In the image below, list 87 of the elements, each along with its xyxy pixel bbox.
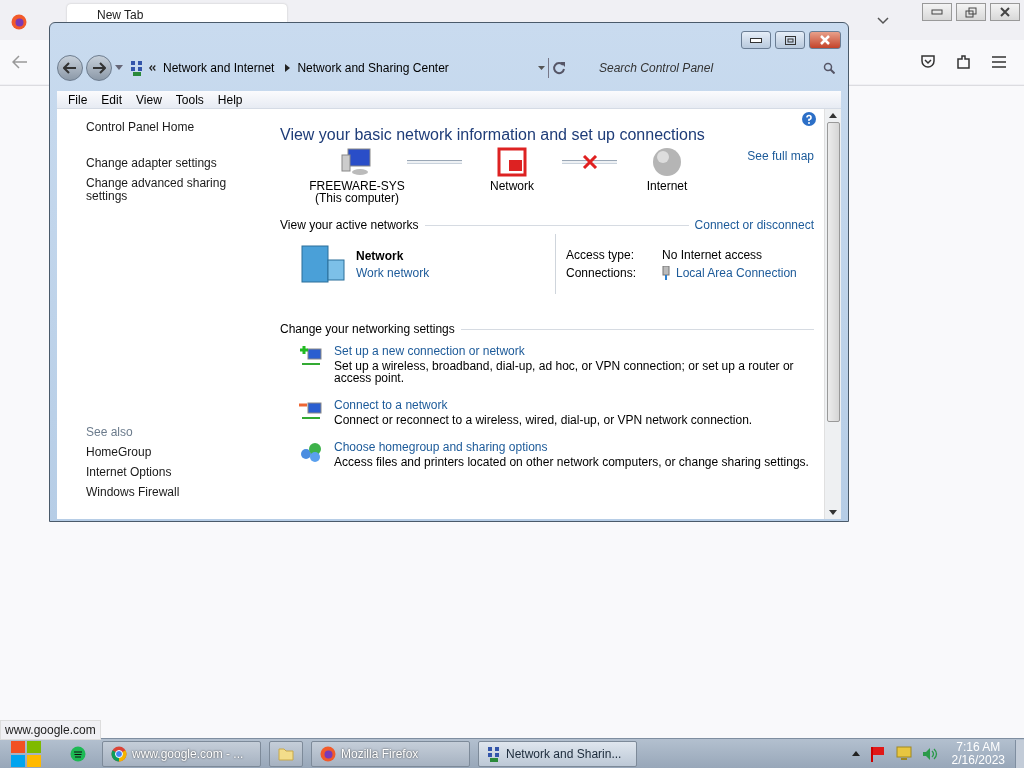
puzzle-icon[interactable] (956, 54, 972, 70)
sidebar-link[interactable]: Control Panel Home (86, 121, 266, 134)
refresh-icon[interactable] (552, 61, 566, 75)
maximize-icon (784, 35, 796, 45)
breadcrumb-item[interactable]: Network and Sharing Center (297, 61, 449, 75)
minimize-button[interactable] (741, 31, 771, 49)
network-icon (130, 60, 144, 76)
flag-icon[interactable] (869, 745, 886, 762)
section-heading: Change your networking settings (280, 322, 455, 336)
up-arrow-icon[interactable] (851, 751, 860, 756)
double-chevron-icon[interactable] (149, 65, 156, 71)
firefox-logo-icon (11, 14, 27, 30)
map-node-label: Network (490, 180, 534, 192)
see-also-link[interactable]: Windows Firewall (86, 486, 270, 499)
help-icon[interactable] (802, 112, 816, 126)
dropdown-arrow-icon[interactable] (115, 65, 123, 71)
back-arrow-icon (63, 62, 77, 74)
back-arrow-icon[interactable] (12, 55, 28, 69)
connection-link[interactable]: Local Area Connection (676, 266, 797, 280)
scroll-up-arrow-icon[interactable] (829, 113, 837, 118)
close-button[interactable] (990, 3, 1020, 21)
task-link[interactable]: Choose homegroup and sharing options (334, 440, 809, 454)
task-description: Connect or reconnect to a wireless, wired, dial-up, or VPN network connection. (334, 414, 753, 426)
chrome-icon (111, 745, 127, 762)
back-button[interactable] (57, 55, 83, 81)
chevron-icon[interactable] (877, 17, 889, 25)
see-also-link[interactable]: Internet Options (86, 466, 270, 479)
folder-icon (278, 746, 294, 761)
homegroup-icon (298, 440, 324, 464)
breadcrumb-item[interactable]: Network and Internet (163, 61, 275, 75)
taskbar-button[interactable] (269, 740, 303, 767)
firefox-logo-icon (320, 745, 336, 762)
menu-item[interactable]: Help (210, 92, 250, 107)
dropdown-arrow-icon[interactable] (538, 65, 545, 71)
scrollbar-thumb[interactable] (826, 122, 840, 422)
network-icon (487, 745, 501, 762)
task-link[interactable]: Connect to a network (334, 398, 753, 412)
start-button[interactable] (10, 739, 42, 768)
menu-item[interactable]: Edit (94, 92, 130, 107)
see-full-map-link[interactable]: See full map (747, 149, 814, 163)
scrollbar[interactable] (824, 109, 841, 519)
section-heading: View your active networks (280, 218, 419, 232)
see-also-link[interactable]: HomeGroup (86, 446, 270, 459)
sidebar-link[interactable]: Change adapter settings (86, 157, 266, 170)
connections-label: Connections: (566, 266, 638, 280)
restore-icon (965, 6, 977, 18)
menu-item[interactable]: View (129, 92, 169, 107)
network-type-link[interactable]: Work network (356, 265, 430, 280)
taskbar-button[interactable]: Network and Sharin... (478, 740, 637, 767)
building-icon (298, 244, 346, 284)
network-warning-icon (496, 147, 528, 177)
menu-item[interactable]: Tools (168, 92, 211, 107)
ethernet-plug-icon (662, 266, 670, 280)
restore-button[interactable] (956, 3, 986, 21)
spotify-icon[interactable] (70, 745, 86, 762)
task-description: Access files and printers located on other network computers, or change sharing settings. (334, 456, 809, 468)
new-connection-icon (298, 344, 324, 368)
minimize-icon (750, 37, 762, 43)
menu-item[interactable]: File (61, 92, 95, 107)
search-field[interactable]: Search Control Panel (585, 61, 841, 75)
pocket-icon[interactable] (920, 54, 936, 70)
breadcrumb-arrow-icon[interactable] (285, 64, 291, 72)
maximize-button[interactable] (775, 31, 805, 49)
browser-tab[interactable]: New Tab (67, 4, 287, 22)
menu-icon[interactable] (992, 56, 1006, 68)
sidebar-link[interactable]: Change advanced sharing settings (86, 177, 236, 203)
access-type-value: No Internet access (662, 248, 764, 262)
minimize-icon (931, 9, 943, 15)
access-type-label: Access type: (566, 248, 636, 262)
globe-icon (651, 147, 683, 177)
search-icon (823, 62, 835, 74)
forward-arrow-icon (92, 62, 106, 74)
task-link[interactable]: Set up a new connection or network (334, 344, 809, 358)
forward-button[interactable] (86, 55, 112, 81)
map-node-label: Internet (646, 180, 688, 192)
status-url: www.google.com (0, 720, 101, 740)
map-node-label: FREEWARE-SYS (This computer) (309, 180, 405, 204)
task-description: Set up a wireless, broadband, dial-up, ad hoc, or VPN connection; or set up a router or access point. (334, 360, 795, 384)
connect-or-disconnect-link[interactable]: Connect or disconnect (694, 218, 814, 232)
computer-icon (340, 147, 374, 177)
scroll-down-arrow-icon[interactable] (829, 510, 837, 515)
close-icon (999, 7, 1011, 17)
network-name: Network (356, 248, 405, 263)
see-also-heading: See also (86, 426, 134, 439)
page-title: View your basic network information and set up connections (280, 125, 706, 145)
close-icon (819, 35, 831, 45)
close-button[interactable] (809, 31, 841, 49)
